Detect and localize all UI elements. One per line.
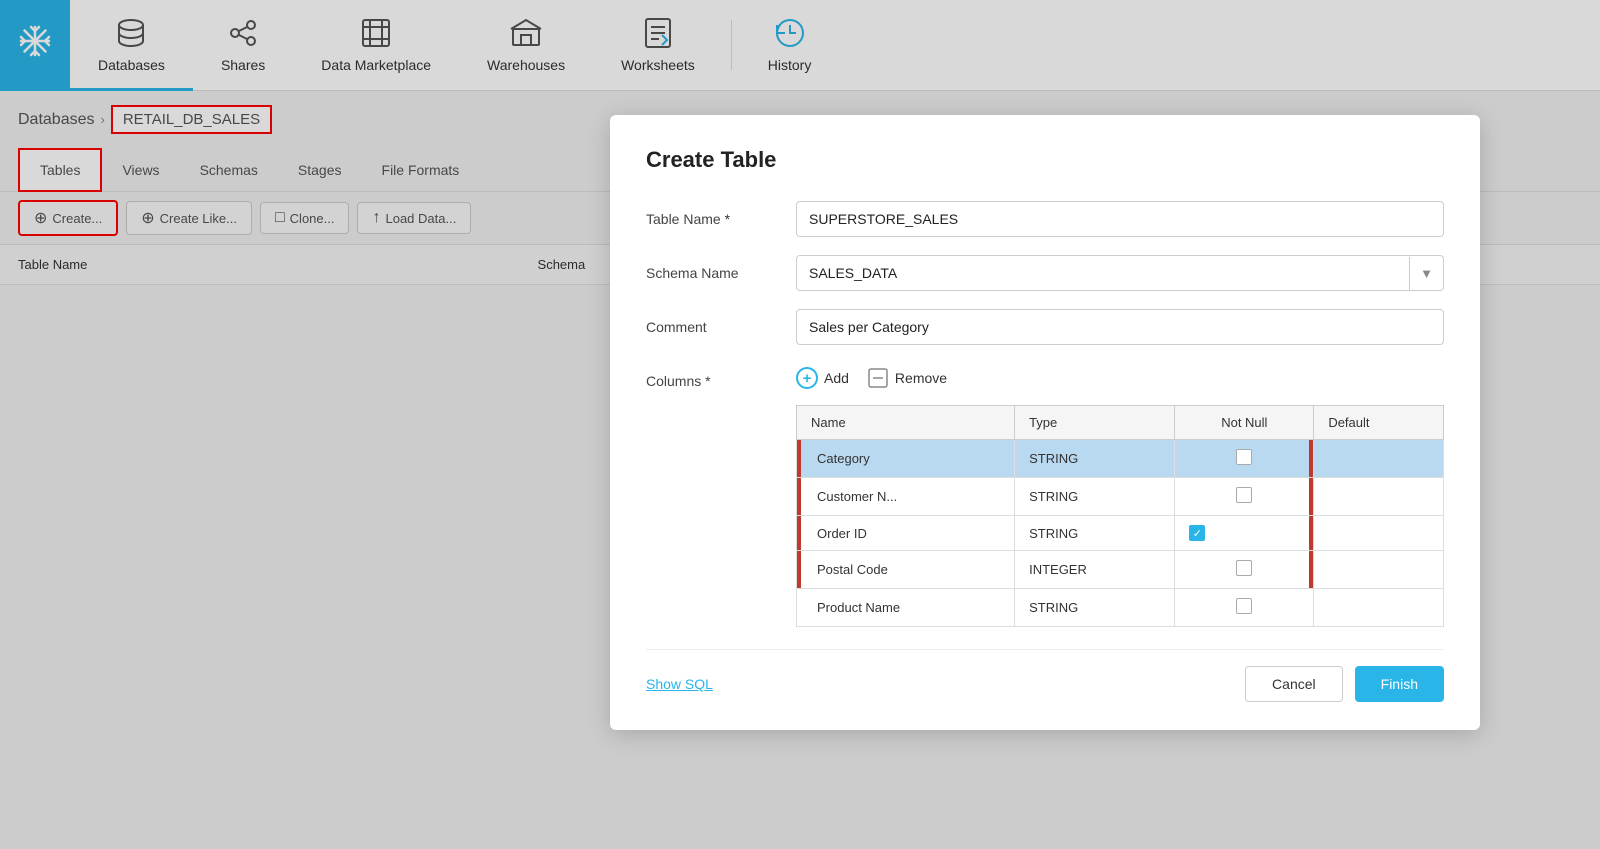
add-column-button[interactable]: + Add <box>796 363 849 393</box>
col-notnull-postalcode[interactable] <box>1175 551 1314 589</box>
checkbox-customer-notnull[interactable] <box>1236 487 1252 503</box>
finish-button[interactable]: Finish <box>1355 666 1444 702</box>
table-name-required: * <box>725 211 730 227</box>
table-name-row: Table Name * <box>646 201 1444 237</box>
checkbox-orderid-notnull[interactable]: ✓ <box>1189 525 1205 541</box>
checkbox-productname-notnull[interactable] <box>1236 598 1252 614</box>
row-marker-right-1 <box>1309 440 1313 477</box>
col-default-orderid <box>1314 516 1444 551</box>
schema-select-wrap: SALES_DATA PUBLIC INFORMATION_SCHEMA ▼ <box>796 255 1444 291</box>
col-th-type: Type <box>1015 406 1175 440</box>
row-marker-2 <box>797 478 801 515</box>
col-row-customer[interactable]: Customer N... STRING <box>797 478 1444 516</box>
col-name-text: Category <box>811 451 870 466</box>
remove-label: Remove <box>895 370 947 386</box>
col-name-text-5: Product Name <box>811 600 900 615</box>
schema-name-row: Schema Name SALES_DATA PUBLIC INFORMATIO… <box>646 255 1444 291</box>
col-notnull-orderid[interactable]: ✓ <box>1175 516 1314 551</box>
col-name-postalcode: Postal Code <box>797 551 1015 589</box>
schema-select[interactable]: SALES_DATA PUBLIC INFORMATION_SCHEMA <box>797 256 1409 290</box>
row-marker-right-4 <box>1309 551 1313 588</box>
checkbox-category-notnull[interactable] <box>1236 449 1252 465</box>
col-notnull-productname[interactable] <box>1175 589 1314 627</box>
col-name-orderid: Order ID <box>797 516 1015 551</box>
columns-content: + Add Remove Name <box>796 363 1444 627</box>
show-sql-link[interactable]: Show SQL <box>646 676 713 692</box>
row-marker <box>797 440 801 477</box>
row-marker-3 <box>797 516 801 550</box>
table-name-label: Table Name * <box>646 211 796 227</box>
col-name-category: Category <box>797 440 1015 478</box>
row-marker-4 <box>797 551 801 588</box>
col-default-postalcode <box>1314 551 1444 589</box>
modal-title: Create Table <box>646 147 1444 173</box>
cancel-button[interactable]: Cancel <box>1245 666 1343 702</box>
comment-input[interactable] <box>796 309 1444 345</box>
col-type-category: STRING <box>1015 440 1175 478</box>
columns-actions: + Add Remove <box>796 363 1444 393</box>
col-name-text-4: Postal Code <box>811 562 888 577</box>
col-name-productname: Product Name <box>797 589 1015 627</box>
schema-name-label: Schema Name <box>646 265 796 281</box>
columns-row: Columns * + Add Remove <box>646 363 1444 627</box>
schema-dropdown-icon: ▼ <box>1409 257 1443 290</box>
remove-column-button[interactable]: Remove <box>867 363 947 393</box>
col-notnull-category[interactable] <box>1175 440 1314 478</box>
col-row-productname[interactable]: Product Name STRING <box>797 589 1444 627</box>
footer-buttons: Cancel Finish <box>1245 666 1444 702</box>
add-icon: + <box>796 367 818 389</box>
col-notnull-customer[interactable] <box>1175 478 1314 516</box>
columns-label: Columns * <box>646 363 796 389</box>
col-default-customer <box>1314 478 1444 516</box>
col-type-postalcode: INTEGER <box>1015 551 1175 589</box>
col-type-orderid: STRING <box>1015 516 1175 551</box>
col-th-name: Name <box>797 406 1015 440</box>
col-type-productname: STRING <box>1015 589 1175 627</box>
comment-row: Comment <box>646 309 1444 345</box>
table-name-input[interactable] <box>796 201 1444 237</box>
remove-icon <box>867 367 889 389</box>
col-row-category[interactable]: Category STRING <box>797 440 1444 478</box>
col-name-text-2: Customer N... <box>811 489 897 504</box>
col-name-text-3: Order ID <box>811 526 867 541</box>
columns-table: Name Type Not Null Default Category STRI… <box>796 405 1444 627</box>
create-table-modal: Create Table Table Name * Schema Name SA… <box>610 115 1480 730</box>
row-marker-right-3 <box>1309 516 1313 550</box>
modal-footer: Show SQL Cancel Finish <box>646 649 1444 702</box>
col-th-default: Default <box>1314 406 1444 440</box>
comment-label: Comment <box>646 319 796 335</box>
col-row-postalcode[interactable]: Postal Code INTEGER <box>797 551 1444 589</box>
col-row-orderid[interactable]: Order ID STRING ✓ <box>797 516 1444 551</box>
row-marker-right-2 <box>1309 478 1313 515</box>
add-label: Add <box>824 370 849 386</box>
col-name-customer: Customer N... <box>797 478 1015 516</box>
col-th-not-null: Not Null <box>1175 406 1314 440</box>
col-default-category <box>1314 440 1444 478</box>
checkbox-postalcode-notnull[interactable] <box>1236 560 1252 576</box>
col-default-productname <box>1314 589 1444 627</box>
col-type-customer: STRING <box>1015 478 1175 516</box>
